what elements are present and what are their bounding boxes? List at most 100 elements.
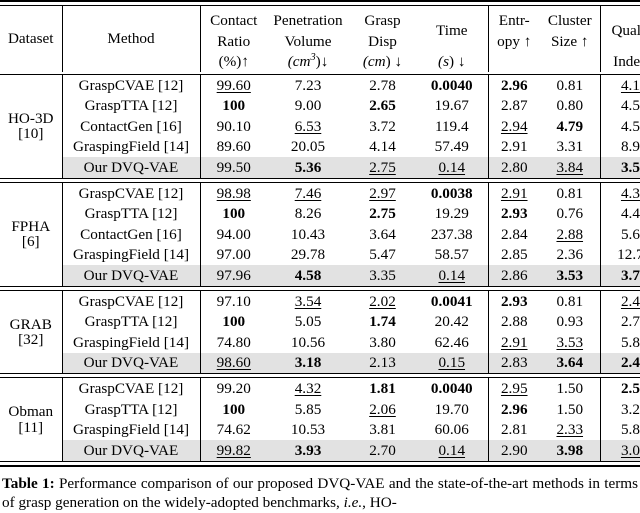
header-time-l1: Time bbox=[435, 22, 468, 40]
header-penetration-volume-units: (cm3)↓ bbox=[267, 52, 349, 72]
metric-cell: 3.84 bbox=[540, 157, 600, 178]
metric-cell: 2.84 bbox=[487, 224, 540, 245]
metric-cell: 2.88 bbox=[487, 311, 540, 333]
table-row: GraspingField [14] 74.80 10.56 3.80 62.46 2.9… bbox=[0, 332, 640, 353]
metric-value: 4.56 bbox=[620, 97, 640, 115]
metric-cell: 99.60 bbox=[199, 74, 267, 96]
metric-cell: 60.06 bbox=[416, 420, 488, 441]
metric-cell: 97.00 bbox=[199, 244, 267, 266]
metric-value: 3.81 bbox=[369, 421, 396, 439]
metric-value: 2.78 bbox=[369, 76, 396, 94]
metric-value: 0.81 bbox=[556, 292, 584, 310]
metric-cell: 20.05 bbox=[267, 137, 349, 158]
metric-cell: 90.10 bbox=[199, 116, 267, 137]
metric-value: 2.06 bbox=[369, 400, 396, 418]
metric-cell: 98.60 bbox=[199, 352, 267, 374]
metric-cell: 4.41 bbox=[599, 203, 640, 225]
caption-text-2: , HO- bbox=[362, 494, 397, 512]
metric-cell: 89.60 bbox=[199, 136, 267, 158]
performance-comparison-table: Dataset Method Contact Penetration Grasp… bbox=[0, 0, 640, 467]
metric-cell: 9.00 bbox=[267, 96, 349, 117]
metric-value: 8.93 bbox=[620, 138, 640, 156]
metric-value: 60.06 bbox=[434, 421, 469, 439]
metric-cell: 19.67 bbox=[416, 96, 488, 117]
penetration-unit-post: )↓ bbox=[315, 53, 329, 71]
metric-value: 2.75 bbox=[369, 205, 396, 223]
dataset-cell: GRAB [32] bbox=[0, 290, 62, 373]
metric-cell: 3.35 bbox=[349, 265, 416, 286]
metric-cell: 5.47 bbox=[349, 245, 416, 266]
metric-value: 1.50 bbox=[556, 380, 584, 397]
metric-cell: 2.81 bbox=[487, 419, 540, 441]
metric-value: 2.94 bbox=[500, 117, 528, 135]
metric-cell: 100 bbox=[199, 203, 267, 225]
metric-cell: 0.0038 bbox=[416, 182, 488, 203]
dataset-name: HO-3D bbox=[7, 110, 54, 128]
header-contact-ratio-l1: Contact bbox=[199, 5, 267, 32]
metric-value: 0.76 bbox=[556, 205, 584, 223]
metric-cell: 62.46 bbox=[416, 332, 488, 353]
method-cell: GraspCVAE [12] bbox=[61, 182, 200, 204]
header-contact-ratio-units: (%)↑ bbox=[199, 52, 267, 72]
metric-cell: 2.36 bbox=[540, 245, 600, 266]
dataset-cell: FPHA [6] bbox=[0, 182, 62, 286]
metric-value: 62.46 bbox=[434, 333, 469, 351]
table-row: Our DVQ-VAE 99.50 5.36 2.75 0.14 2.80 3.84 3.54 bbox=[0, 157, 640, 179]
metric-cell: 3.81 bbox=[349, 420, 416, 441]
metric-value: 5.68 bbox=[620, 225, 640, 243]
metric-value: 7.23 bbox=[294, 76, 322, 94]
dataset-cell: HO-3D [10] bbox=[0, 75, 62, 179]
metric-cell: 0.80 bbox=[540, 96, 600, 117]
penetration-unit-pre: (cm bbox=[287, 53, 311, 71]
metric-value: 0.14 bbox=[438, 159, 466, 177]
metric-cell: 2.91 bbox=[487, 332, 540, 353]
metric-cell: 5.05 bbox=[267, 312, 349, 333]
table-page: Dataset Method Contact Penetration Grasp… bbox=[0, 0, 640, 511]
metric-value: 99.50 bbox=[216, 159, 251, 177]
metric-cell: 99.20 bbox=[199, 377, 267, 399]
metric-value: 2.83 bbox=[500, 354, 528, 372]
header-grasp-disp-l1: Grasp bbox=[364, 12, 401, 30]
metric-cell: 97.10 bbox=[199, 290, 267, 312]
metric-value: 99.20 bbox=[216, 380, 251, 397]
metric-value: 20.42 bbox=[434, 313, 469, 331]
metric-cell: 2.86 bbox=[487, 265, 540, 287]
metric-value: 2.86 bbox=[500, 267, 528, 285]
method-cell: GraspingField [14] bbox=[61, 332, 200, 353]
metric-value: 19.70 bbox=[434, 400, 469, 418]
metric-value: 5.05 bbox=[294, 313, 322, 331]
method-cell: GraspingField [14] bbox=[61, 244, 200, 266]
metric-value: 3.20 bbox=[620, 400, 640, 418]
metric-value: 97.00 bbox=[216, 246, 251, 264]
metric-value: 4.14 bbox=[369, 138, 396, 156]
metric-cell: 99.50 bbox=[199, 157, 267, 179]
metric-cell: 2.45 bbox=[599, 352, 640, 374]
metric-cell: 3.72 bbox=[599, 265, 640, 287]
table-row: Our DVQ-VAE 99.82 3.93 2.70 0.14 2.90 3.98 3.07 bbox=[0, 440, 640, 462]
metric-cell: 2.02 bbox=[349, 290, 416, 311]
metric-cell: 10.53 bbox=[267, 420, 349, 441]
metric-cell: 4.32 bbox=[267, 378, 349, 399]
metric-cell: 2.13 bbox=[349, 353, 416, 374]
metric-cell: 1.50 bbox=[540, 399, 600, 420]
metric-value: 5.83 bbox=[620, 333, 640, 351]
metric-value: 98.60 bbox=[216, 354, 251, 372]
metric-cell: 74.62 bbox=[199, 419, 267, 441]
metric-cell: 12.79 bbox=[599, 244, 640, 266]
table-row: GraspingField [14] 97.00 29.78 5.47 58.57 2.8… bbox=[0, 244, 640, 266]
metric-cell: 4.79 bbox=[540, 116, 600, 137]
metric-cell: 94.00 bbox=[199, 224, 267, 245]
metric-cell: 0.14 bbox=[416, 440, 488, 461]
metric-cell: 57.49 bbox=[416, 137, 488, 158]
metric-value: 4.32 bbox=[620, 184, 640, 202]
method-cell: Our DVQ-VAE bbox=[61, 440, 200, 462]
grasp-disp-unit-post: ) ↓ bbox=[385, 53, 403, 71]
method-cell: Our DVQ-VAE bbox=[61, 157, 200, 179]
metric-cell: 10.43 bbox=[267, 224, 349, 245]
metric-value: 29.78 bbox=[290, 246, 326, 264]
header-entropy-filler bbox=[487, 52, 540, 72]
grasp-disp-unit-pre: (cm bbox=[362, 53, 386, 71]
metric-value: 97.96 bbox=[216, 267, 251, 285]
metric-value: 8.26 bbox=[294, 205, 322, 223]
metric-value: 3.31 bbox=[556, 138, 584, 156]
